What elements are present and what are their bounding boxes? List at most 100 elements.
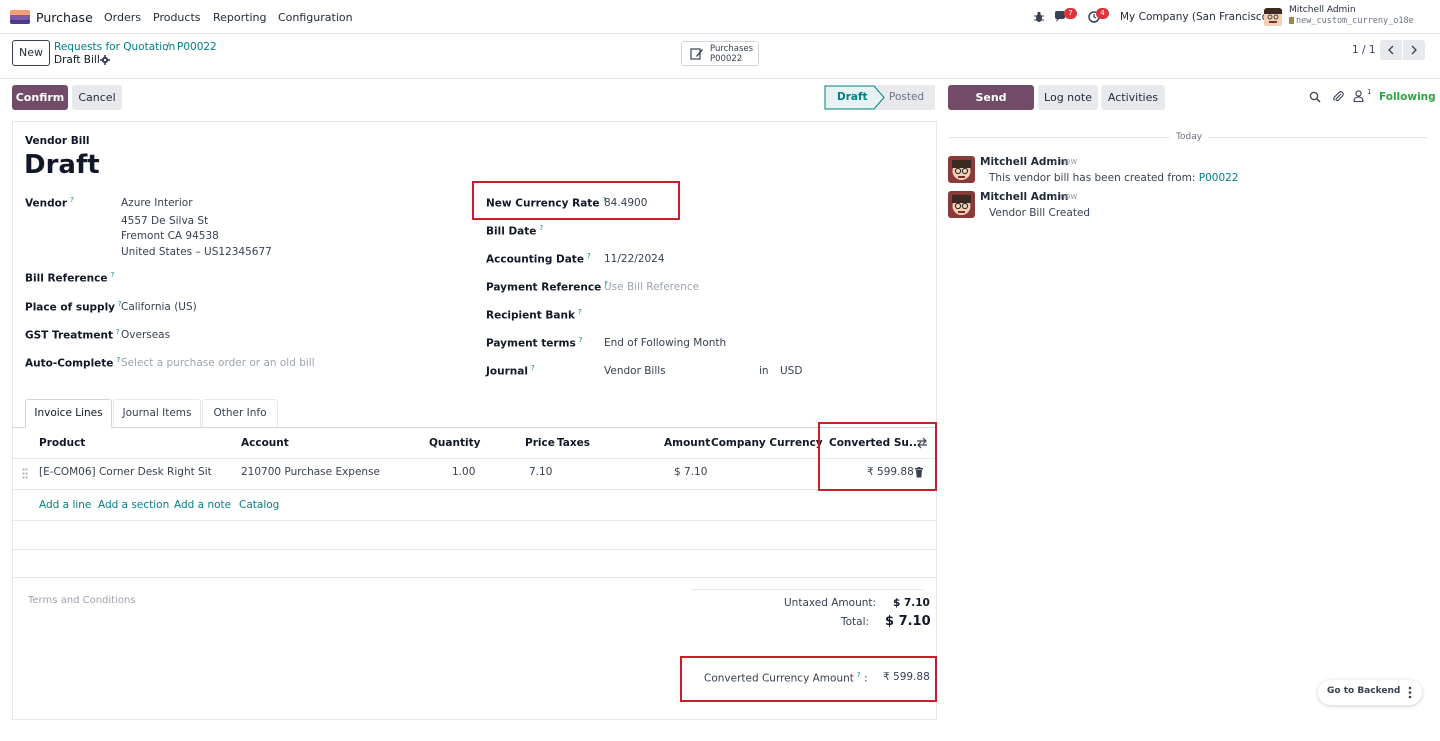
status-draft[interactable]: Draft bbox=[837, 91, 868, 103]
journal-in-text: in bbox=[759, 365, 769, 377]
col-header-amount[interactable]: Amount bbox=[664, 437, 710, 449]
catalog-link[interactable]: Catalog bbox=[239, 499, 279, 511]
smart-button-title: Purchases bbox=[710, 44, 754, 54]
journal-label: Journal? bbox=[486, 364, 535, 378]
place-of-supply-field[interactable]: California (US) bbox=[121, 301, 197, 313]
tab-other-info[interactable]: Other Info bbox=[202, 399, 278, 427]
col-header-price[interactable]: Price bbox=[525, 437, 555, 449]
paperclip-icon[interactable] bbox=[1332, 90, 1344, 103]
add-note-link[interactable]: Add a note bbox=[174, 499, 231, 511]
go-to-backend-button[interactable]: Go to Backend bbox=[1327, 686, 1400, 696]
purchases-smart-button[interactable]: Purchases P00022 bbox=[681, 41, 759, 66]
purchase-app-icon[interactable] bbox=[10, 10, 30, 24]
journal-field[interactable]: Vendor Bills bbox=[604, 365, 666, 377]
kebab-menu-icon[interactable] bbox=[1408, 686, 1412, 699]
new-button[interactable]: New bbox=[12, 40, 50, 66]
tab-journal-items[interactable]: Journal Items bbox=[113, 399, 201, 427]
col-header-taxes[interactable]: Taxes bbox=[557, 437, 590, 449]
activity-count-badge: 4 bbox=[1096, 8, 1109, 19]
add-section-link[interactable]: Add a section bbox=[98, 499, 169, 511]
database-icon bbox=[1289, 17, 1294, 24]
followers-icon[interactable] bbox=[1353, 90, 1364, 102]
app-name[interactable]: Purchase bbox=[36, 10, 93, 25]
chat-count-badge: 7 bbox=[1064, 8, 1077, 19]
vendor-address-line3: United States – US12345677 bbox=[121, 246, 272, 258]
cell-product: [E-COM06] Corner Desk Right Sit bbox=[39, 466, 212, 478]
total-label: Total: bbox=[841, 616, 870, 628]
totals-divider bbox=[691, 589, 923, 590]
message-body: This vendor bill has been created from: … bbox=[989, 172, 1239, 184]
menu-orders[interactable]: Orders bbox=[104, 11, 141, 24]
send-message-button[interactable]: Send message bbox=[948, 85, 1034, 129]
untaxed-amount-label: Untaxed Amount: bbox=[784, 597, 877, 609]
payment-terms-field[interactable]: End of Following Month bbox=[604, 337, 726, 349]
table-empty-row-1 bbox=[13, 520, 936, 521]
menu-configuration[interactable]: Configuration bbox=[278, 11, 353, 24]
add-line-link[interactable]: Add a line bbox=[39, 499, 91, 511]
avatar bbox=[948, 156, 975, 183]
pager-previous-button[interactable] bbox=[1380, 40, 1402, 60]
search-icon[interactable] bbox=[1309, 91, 1321, 103]
bill-reference-input[interactable] bbox=[121, 268, 451, 286]
cancel-button[interactable]: Cancel bbox=[72, 85, 122, 110]
bill-reference-label: Bill Reference? bbox=[25, 271, 115, 285]
bug-icon[interactable] bbox=[1033, 11, 1045, 23]
message-time: - now bbox=[1054, 157, 1078, 167]
chevron-right-icon bbox=[1411, 45, 1417, 55]
pager-value[interactable]: 1 / 1 bbox=[1352, 44, 1376, 56]
payment-terms-label: Payment terms? bbox=[486, 336, 583, 350]
col-header-company-currency[interactable]: Company Currency bbox=[711, 437, 823, 449]
chevron-left-icon bbox=[1388, 45, 1394, 55]
breadcrumb-record[interactable]: P00022 bbox=[177, 41, 217, 53]
go-to-backend-widget: Go to Backend bbox=[1318, 680, 1422, 705]
tab-invoice-lines[interactable]: Invoice Lines bbox=[25, 399, 112, 428]
col-header-product[interactable]: Product bbox=[39, 437, 85, 449]
vendor-label: Vendor? bbox=[25, 196, 74, 210]
cell-quantity: 1.00 bbox=[452, 466, 476, 478]
vendor-address-line2: Fremont CA 94538 bbox=[121, 230, 219, 242]
table-row[interactable]: [E-COM06] Corner Desk Right Sit 210700 P… bbox=[13, 459, 936, 489]
log-note-button[interactable]: Log note bbox=[1038, 85, 1098, 110]
control-panel-divider bbox=[0, 78, 1440, 79]
payment-reference-input[interactable]: Use Bill Reference bbox=[604, 281, 699, 293]
cell-amount: $ 7.10 bbox=[674, 466, 708, 478]
auto-complete-label: Auto-Complete? bbox=[25, 356, 121, 370]
table-empty-row-2 bbox=[13, 549, 936, 550]
recipient-bank-input[interactable] bbox=[604, 306, 904, 324]
followers-count: 1 bbox=[1367, 88, 1372, 96]
accounting-date-label: Accounting Date? bbox=[486, 252, 591, 266]
activities-button[interactable]: Activities bbox=[1101, 85, 1165, 110]
bill-date-input[interactable] bbox=[604, 222, 904, 240]
user-avatar[interactable] bbox=[1264, 8, 1282, 26]
vendor-address-line1: 4557 De Silva St bbox=[121, 215, 209, 227]
database-name: new_custom_curreny_o18e bbox=[1289, 16, 1414, 26]
company-switcher[interactable]: My Company (San Francisco) bbox=[1120, 11, 1272, 23]
breadcrumb-rfq[interactable]: Requests for Quotation bbox=[54, 41, 175, 53]
database-name-text: new_custom_curreny_o18e bbox=[1296, 16, 1414, 26]
user-name[interactable]: Mitchell Admin bbox=[1289, 5, 1356, 15]
menu-reporting[interactable]: Reporting bbox=[213, 11, 266, 24]
gear-icon[interactable] bbox=[100, 55, 110, 65]
message-link-p00022[interactable]: P00022 bbox=[1199, 172, 1239, 184]
menu-products[interactable]: Products bbox=[153, 11, 201, 24]
cell-account: 210700 Purchase Expense bbox=[241, 466, 380, 478]
journal-currency-field[interactable]: USD bbox=[780, 365, 802, 377]
recipient-bank-label: Recipient Bank? bbox=[486, 308, 582, 322]
accounting-date-field[interactable]: 11/22/2024 bbox=[604, 253, 665, 265]
drag-handle-icon[interactable] bbox=[22, 468, 28, 479]
col-header-account[interactable]: Account bbox=[241, 437, 289, 449]
highlight-currency-rate bbox=[472, 181, 680, 220]
gst-treatment-field[interactable]: Overseas bbox=[121, 329, 170, 341]
document-type: Vendor Bill bbox=[25, 135, 90, 147]
confirm-button[interactable]: Confirm bbox=[12, 85, 68, 110]
col-header-quantity[interactable]: Quantity bbox=[429, 437, 480, 449]
terms-conditions-input[interactable]: Terms and Conditions bbox=[28, 595, 136, 606]
status-posted[interactable]: Posted bbox=[889, 91, 924, 103]
auto-complete-input[interactable]: Select a purchase order or an old bill bbox=[121, 357, 315, 369]
breadcrumb-current: Draft Bill bbox=[54, 54, 100, 66]
smart-button-value: P00022 bbox=[710, 54, 743, 64]
following-button[interactable]: Following bbox=[1379, 91, 1436, 103]
pager-next-button[interactable] bbox=[1403, 40, 1425, 60]
highlight-converted-column bbox=[818, 422, 937, 491]
vendor-name[interactable]: Azure Interior bbox=[121, 197, 193, 209]
